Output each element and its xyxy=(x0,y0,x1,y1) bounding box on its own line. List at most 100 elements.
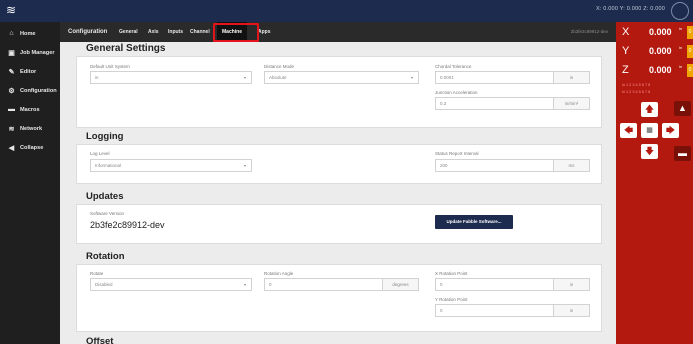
folder-icon: ▬ xyxy=(8,106,15,113)
rotation-angle-input[interactable]: 0 degrees xyxy=(264,278,419,291)
collapse-icon: ◀ xyxy=(8,144,15,152)
minus-icon: ▬ xyxy=(678,148,687,158)
log-level-value: Informational xyxy=(95,163,122,168)
x-rotation-point-input[interactable]: 0 in xyxy=(435,278,590,291)
sidebar-item-macros[interactable]: ▬ Macros xyxy=(0,100,60,119)
y-axis-unit: in xyxy=(679,45,683,50)
sidebar-item-network[interactable]: ≋ Network xyxy=(0,119,60,138)
dro-x-row: X 0.000 in 0 xyxy=(616,24,693,42)
z-axis-unit: in xyxy=(679,64,683,69)
wifi-icon: ≋ xyxy=(8,125,15,133)
x-rotation-point-label: X Rotation Point xyxy=(435,271,468,276)
rotation-angle-label: Rotation Angle xyxy=(264,271,294,276)
y-rotation-point-unit: in xyxy=(553,305,589,316)
x-axis-letter: X xyxy=(622,26,630,38)
tab-general[interactable]: General xyxy=(119,22,138,42)
sidebar: ⌂ Home ▣ Job Manager ✎ Editor ⚙ Configur… xyxy=(0,22,60,344)
y-rotation-point-input[interactable]: 0 in xyxy=(435,304,590,317)
z-axis-value: 0.000 xyxy=(649,65,672,75)
chordal-unit: in xyxy=(553,72,589,83)
junction-acceleration-value: 0.2 xyxy=(440,101,447,106)
limit-indicators-low: lo 1 2 3 4 5 6 7 8 xyxy=(622,83,651,87)
z-zero-button[interactable]: 0 xyxy=(687,64,693,77)
jog-y-plus-button[interactable]: 🡅 xyxy=(641,102,658,117)
jog-z-plus-button[interactable]: ▲ xyxy=(674,101,691,116)
update-software-button[interactable]: Update Fabble Software... xyxy=(435,215,513,229)
arrow-left-icon: 🡄 xyxy=(623,125,634,135)
keyboard-icon: ▦ xyxy=(646,127,653,134)
log-level-select[interactable]: Informational ▾ xyxy=(90,159,252,172)
offset-title: Offset xyxy=(86,336,114,344)
unit-system-value: in xyxy=(95,75,99,80)
sidebar-item-configuration[interactable]: ⚙ Configuration xyxy=(0,81,60,100)
updates-panel: Software Version 2b3fe2c89912-dev Update… xyxy=(76,204,602,244)
y-rotation-point-label: Y Rotation Point xyxy=(435,297,468,302)
sidebar-item-job-manager[interactable]: ▣ Job Manager xyxy=(0,43,60,62)
y-axis-letter: Y xyxy=(622,45,630,57)
z-axis-letter: Z xyxy=(622,64,629,76)
sidebar-item-label: Collapse xyxy=(20,144,44,151)
chevron-down-icon: ▾ xyxy=(410,75,413,80)
general-settings-title: General Settings xyxy=(86,43,166,54)
x-axis-value: 0.000 xyxy=(649,27,672,37)
rotate-value: Disabled xyxy=(95,282,113,287)
tab-apps[interactable]: Apps xyxy=(258,22,271,42)
software-version-value: 2b3fe2c89912-dev xyxy=(90,220,165,230)
keyboard-jog-button[interactable]: ▦ xyxy=(641,123,658,138)
sidebar-item-editor[interactable]: ✎ Editor xyxy=(0,62,60,81)
logo-icon[interactable] xyxy=(671,2,689,20)
jog-x-minus-button[interactable]: 🡄 xyxy=(620,123,637,138)
status-interval-input[interactable]: 200 ms xyxy=(435,159,590,172)
chevron-down-icon: ▾ xyxy=(243,163,246,168)
top-bar: ≋ X: 0.000 Y: 0.000 Z: 0.000 xyxy=(0,0,693,22)
sidebar-item-label: Macros xyxy=(20,106,40,113)
logging-title: Logging xyxy=(86,131,124,142)
dro-z-row: Z 0.000 in 0 xyxy=(616,62,693,80)
config-tab-bar: Configuration General Axis Inputs Channe… xyxy=(60,22,616,42)
sidebar-item-collapse[interactable]: ◀ Collapse xyxy=(0,138,60,157)
rotate-select[interactable]: Disabled ▾ xyxy=(90,278,252,291)
jog-x-plus-button[interactable]: 🡆 xyxy=(662,123,679,138)
junction-acceleration-input[interactable]: 0.2 in/min² xyxy=(435,97,590,110)
gear-icon: ⚙ xyxy=(8,87,15,95)
version-tag: 2b3fe2c89912-dev xyxy=(570,29,608,34)
unit-system-select[interactable]: in ▾ xyxy=(90,71,252,84)
distance-mode-label: Distance Mode xyxy=(264,64,295,69)
arrow-up-icon: 🡅 xyxy=(644,104,655,114)
arrow-up-icon: ▲ xyxy=(678,103,687,113)
coordinate-readout: X: 0.000 Y: 0.000 Z: 0.000 xyxy=(595,6,665,12)
rotation-title: Rotation xyxy=(86,251,125,262)
sidebar-item-label: Network xyxy=(20,125,43,132)
sidebar-item-home[interactable]: ⌂ Home xyxy=(0,24,60,43)
main-content: General Settings Default Unit System in … xyxy=(76,42,602,344)
distance-mode-select[interactable]: Absolute ▾ xyxy=(264,71,419,84)
y-zero-button[interactable]: 0 xyxy=(687,45,693,58)
chevron-down-icon: ▾ xyxy=(243,282,246,287)
chevron-down-icon: ▾ xyxy=(243,75,246,80)
sidebar-item-label: Job Manager xyxy=(20,49,55,56)
x-zero-button[interactable]: 0 xyxy=(687,26,693,39)
status-interval-label: Status Report Interval xyxy=(435,151,479,156)
limit-indicators-high: hi 1 2 3 4 5 6 7 8 xyxy=(622,90,651,94)
general-settings-panel: Default Unit System in ▾ Distance Mode A… xyxy=(76,56,602,128)
dro-y-row: Y 0.000 in 0 xyxy=(616,43,693,61)
dro-panel: X 0.000 in 0 Y 0.000 in 0 Z 0.000 in 0 l… xyxy=(616,22,693,344)
tab-channel[interactable]: Channel xyxy=(190,22,210,42)
rotation-angle-value: 0 xyxy=(269,282,272,287)
chordal-tolerance-input[interactable]: 0.0001 in xyxy=(435,71,590,84)
pencil-icon: ✎ xyxy=(8,68,15,76)
chordal-tolerance-value: 0.0001 xyxy=(440,75,454,80)
unit-system-label: Default Unit System xyxy=(90,64,130,69)
status-interval-unit: ms xyxy=(553,160,589,171)
tab-inputs[interactable]: Inputs xyxy=(168,22,183,42)
jog-z-minus-button[interactable]: ▬ xyxy=(674,146,691,161)
x-rotation-point-unit: in xyxy=(553,279,589,290)
junction-acceleration-label: Junction Acceleration xyxy=(435,90,478,95)
rotation-angle-unit: degrees xyxy=(382,279,418,290)
log-level-label: Log Level xyxy=(90,151,110,156)
y-rotation-point-value: 0 xyxy=(440,308,443,313)
tab-axis[interactable]: Axis xyxy=(148,22,159,42)
sidebar-item-label: Editor xyxy=(20,68,37,75)
x-rotation-point-value: 0 xyxy=(440,282,443,287)
jog-y-minus-button[interactable]: 🡇 xyxy=(641,144,658,159)
